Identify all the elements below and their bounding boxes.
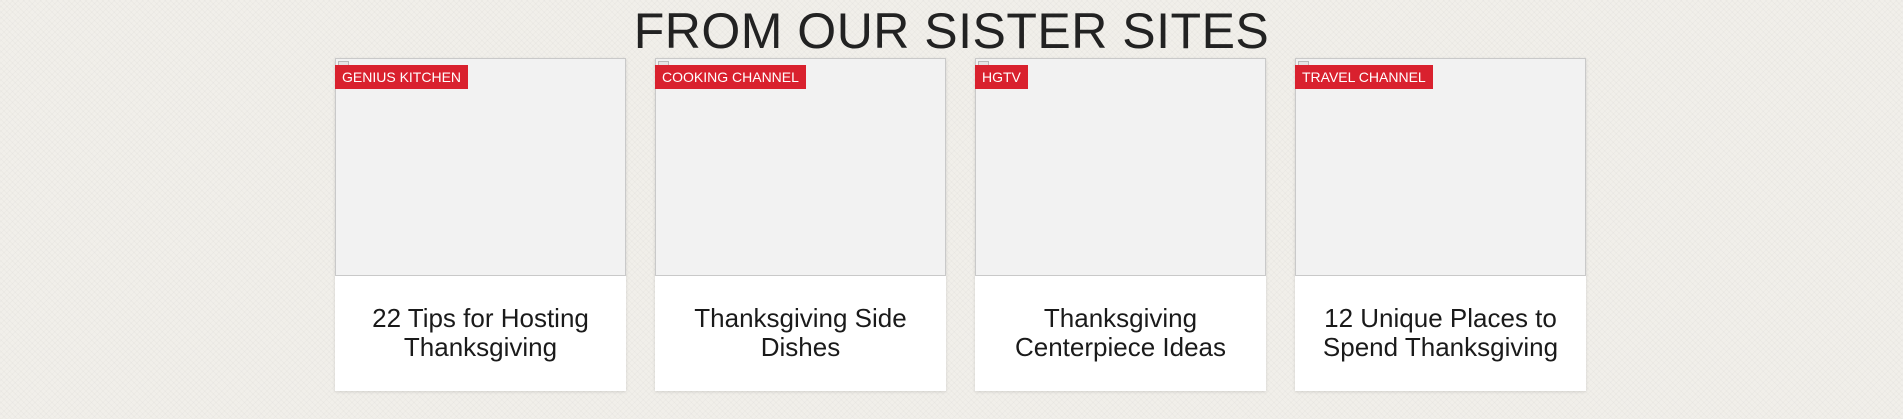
source-tag[interactable]: GENIUS KITCHEN xyxy=(335,65,469,89)
sister-site-card-travel-channel[interactable]: TRAVEL CHANNEL 12 Unique Places to Spend… xyxy=(1295,58,1586,391)
sister-site-card-genius-kitchen[interactable]: GENIUS KITCHEN 22 Tips for Hosting Thank… xyxy=(335,58,626,391)
card-title[interactable]: 22 Tips for Hosting Thanksgiving xyxy=(355,304,606,362)
card-image[interactable] xyxy=(335,58,626,276)
source-tag[interactable]: COOKING CHANNEL xyxy=(655,65,806,89)
section-title: FROM OUR SISTER SITES xyxy=(633,3,1270,59)
source-tag[interactable]: HGTV xyxy=(975,65,1028,89)
source-tag[interactable]: TRAVEL CHANNEL xyxy=(1295,65,1433,89)
card-title[interactable]: Thanksgiving Centerpiece Ideas xyxy=(995,304,1246,362)
sister-site-card-hgtv[interactable]: HGTV Thanksgiving Centerpiece Ideas xyxy=(975,58,1266,391)
card-title[interactable]: Thanksgiving Side Dishes xyxy=(675,304,926,362)
card-image[interactable] xyxy=(975,58,1266,276)
card-title[interactable]: 12 Unique Places to Spend Thanksgiving xyxy=(1315,304,1566,362)
sister-site-card-cooking-channel[interactable]: COOKING CHANNEL Thanksgiving Side Dishes xyxy=(655,58,946,391)
card-image[interactable] xyxy=(655,58,946,276)
card-image[interactable] xyxy=(1295,58,1586,276)
